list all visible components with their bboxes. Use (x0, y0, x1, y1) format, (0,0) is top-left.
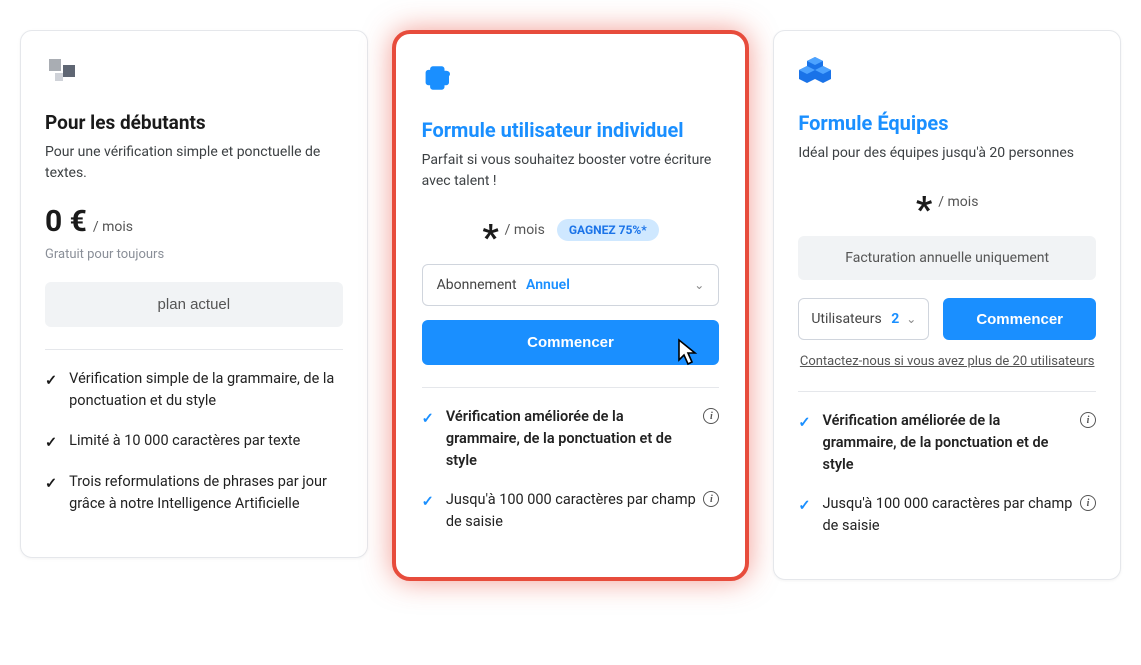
feature-item: ✓ Trois reformulations de phrases par jo… (45, 471, 343, 515)
subscription-label: Abonnement (437, 277, 517, 293)
teams-per: / mois (938, 194, 978, 210)
individual-icon (422, 60, 720, 100)
divider (422, 387, 720, 388)
check-icon: ✓ (45, 432, 57, 454)
starter-price: 0 € (45, 204, 87, 239)
billing-note: Facturation annuelle uniquement (798, 236, 1096, 280)
individual-cta-button[interactable]: Commencer (422, 320, 720, 365)
chevron-down-icon: ⌄ (694, 278, 704, 292)
feature-text: Jusqu'à 100 000 caractères par champ de … (446, 489, 720, 533)
starter-features: ✓ Vérification simple de la grammaire, d… (45, 368, 343, 515)
teams-features: ✓ Vérification améliorée de la grammaire… (798, 410, 1096, 537)
teams-price-row: * / mois (798, 184, 1096, 220)
check-icon: ✓ (798, 412, 810, 434)
teams-title: Formule Équipes (798, 111, 1096, 135)
feature-text: Jusqu'à 100 000 caractères par champ de … (823, 493, 1097, 537)
contact-link[interactable]: Contactez-nous si vous avez plus de 20 u… (798, 354, 1096, 369)
feature-item: ✓ Vérification améliorée de la grammaire… (422, 406, 720, 471)
feature-item: ✓ Jusqu'à 100 000 caractères par champ d… (422, 489, 720, 533)
check-icon: ✓ (798, 495, 810, 517)
feature-text: Vérification améliorée de la grammaire, … (823, 410, 1097, 475)
feature-item: ✓ Limité à 10 000 caractères par texte (45, 430, 343, 454)
divider (45, 349, 343, 350)
teams-action-row: Utilisateurs 2 ⌄ Commencer (798, 298, 1096, 340)
check-icon: ✓ (45, 370, 57, 392)
check-icon: ✓ (422, 408, 434, 430)
savings-badge: GAGNEZ 75%* (557, 219, 659, 241)
feature-text: Trois reformulations de phrases par jour… (69, 471, 343, 515)
individual-title: Formule utilisateur individuel (422, 118, 720, 142)
users-label: Utilisateurs (811, 311, 881, 327)
individual-price-row: * / mois GAGNEZ 75%* (422, 212, 720, 248)
starter-icon (45, 55, 343, 93)
users-value: 2 (891, 311, 899, 327)
individual-per: / mois (505, 222, 545, 238)
individual-subtitle: Parfait si vous souhaitez booster votre … (422, 150, 720, 192)
starter-per: / mois (93, 219, 133, 235)
teams-subtitle: Idéal pour des équipes jusqu'à 20 person… (798, 143, 1096, 164)
info-icon[interactable]: i (1080, 412, 1096, 428)
feature-item: ✓ Jusqu'à 100 000 caractères par champ d… (798, 493, 1096, 537)
users-select[interactable]: Utilisateurs 2 ⌄ (798, 298, 929, 340)
starter-subtitle: Pour une vérification simple et ponctuel… (45, 142, 343, 184)
teams-price: * (916, 192, 932, 228)
pricing-plans: Pour les débutants Pour une vérification… (20, 30, 1121, 581)
feature-text: Limité à 10 000 caractères par texte (69, 430, 300, 452)
subscription-select[interactable]: Abonnement Annuel ⌄ (422, 264, 720, 306)
feature-text: Vérification améliorée de la grammaire, … (446, 406, 720, 471)
subscription-value: Annuel (526, 277, 570, 293)
plan-card-individual: Formule utilisateur individuel Parfait s… (392, 30, 750, 581)
starter-title: Pour les débutants (45, 111, 343, 134)
plan-card-starter: Pour les débutants Pour une vérification… (20, 30, 368, 558)
plan-card-teams: Formule Équipes Idéal pour des équipes j… (773, 30, 1121, 580)
starter-price-row: 0 € / mois (45, 204, 343, 239)
teams-cta-button[interactable]: Commencer (943, 298, 1096, 340)
feature-text: Vérification simple de la grammaire, de … (69, 368, 343, 412)
individual-features: ✓ Vérification améliorée de la grammaire… (422, 406, 720, 533)
check-icon: ✓ (422, 491, 434, 513)
individual-price: * (482, 220, 498, 256)
current-plan-button: plan actuel (45, 282, 343, 327)
divider (798, 391, 1096, 392)
feature-item: ✓ Vérification améliorée de la grammaire… (798, 410, 1096, 475)
feature-item: ✓ Vérification simple de la grammaire, d… (45, 368, 343, 412)
check-icon: ✓ (45, 473, 57, 495)
chevron-down-icon: ⌄ (906, 312, 916, 326)
teams-icon (798, 55, 1096, 93)
starter-free-note: Gratuit pour toujours (45, 247, 343, 262)
